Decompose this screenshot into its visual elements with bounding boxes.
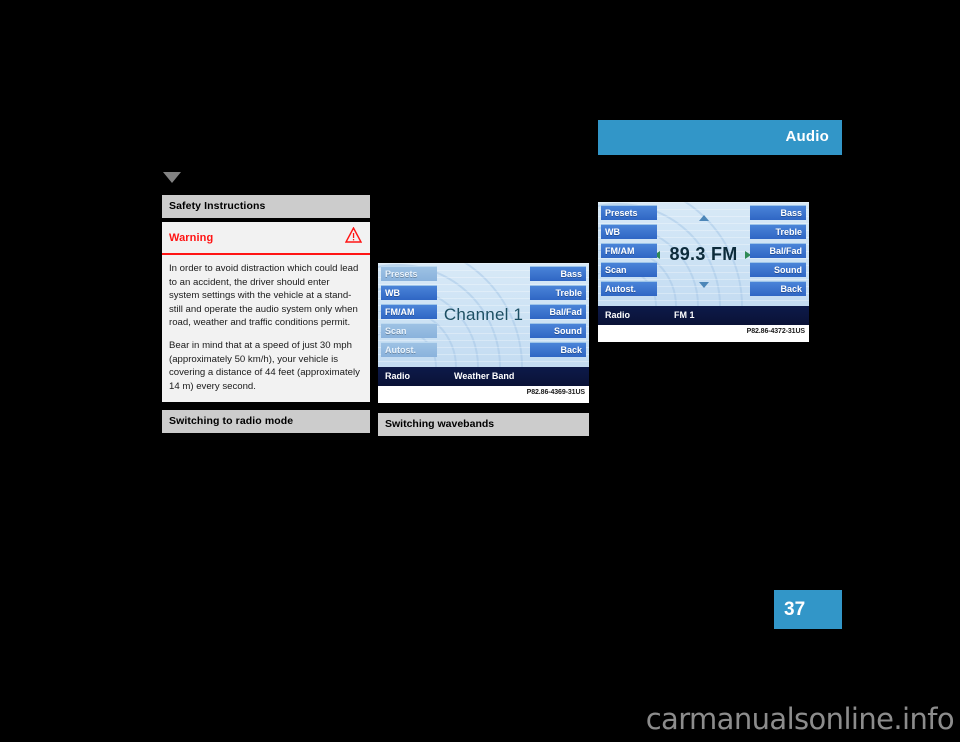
station-label: Channel 1	[443, 305, 524, 324]
frequency-display: 89.3 FM	[669, 243, 738, 264]
status-mode: Radio	[385, 371, 411, 381]
softkey-sound[interactable]: Sound	[530, 323, 586, 338]
right-softkey-column-fm: Bass Treble Bal/Fad Sound Back	[750, 205, 806, 300]
warning-body: In order to avoid distraction which coul…	[162, 255, 370, 402]
softkey-treble-fm[interactable]: Treble	[750, 224, 806, 239]
softkey-treble[interactable]: Treble	[530, 285, 586, 300]
warning-paragraph-2: Bear in mind that at a speed of just 30 …	[169, 339, 360, 392]
softkey-autostore[interactable]: Autost.	[381, 342, 437, 357]
softkey-back-fm[interactable]: Back	[750, 281, 806, 296]
radio-display-screen: Presets WB FM/AM Scan Autost. Channel 1 …	[378, 263, 589, 367]
status-mode-fm: Radio	[605, 310, 631, 320]
page-number-value: 37	[784, 599, 806, 620]
left-softkey-column-fm: Presets WB FM/AM Scan Autost.	[601, 205, 657, 300]
softkey-wb-fm[interactable]: WB	[601, 224, 657, 239]
status-band: Weather Band	[454, 371, 515, 381]
chapter-title: Audio	[785, 128, 829, 145]
softkey-scan-fm[interactable]: Scan	[601, 262, 657, 277]
warning-box: Warning In order to avoid distraction wh…	[162, 222, 370, 403]
softkey-sound-fm[interactable]: Sound	[750, 262, 806, 277]
radio-display-screen-fm: Presets WB FM/AM Scan Autost. - + 89.3 F…	[598, 202, 809, 306]
softkey-presets-fm[interactable]: Presets	[601, 205, 657, 220]
right-column: Presets WB FM/AM Scan Autost. - + 89.3 F…	[598, 202, 809, 342]
softkey-bass-fm[interactable]: Bass	[750, 205, 806, 220]
softkey-bass[interactable]: Bass	[530, 266, 586, 281]
figure-reference-strip: P82.86-4369-31US	[378, 386, 589, 403]
softkey-autostore-fm[interactable]: Autost.	[601, 281, 657, 296]
figure-weather-band: Presets WB FM/AM Scan Autost. Channel 1 …	[378, 263, 589, 436]
chapter-header-bar: Audio	[598, 120, 842, 155]
warning-title: Warning	[169, 232, 214, 244]
site-watermark: carmanualsonline.info	[645, 702, 955, 736]
left-softkey-column: Presets WB FM/AM Scan Autost.	[381, 266, 437, 361]
softkey-fm-am[interactable]: FM/AM	[381, 304, 437, 319]
softkey-fm-am-fm[interactable]: FM/AM	[601, 243, 657, 258]
warning-paragraph-1: In order to avoid distraction which coul…	[169, 263, 359, 329]
softkey-wb[interactable]: WB	[381, 285, 437, 300]
right-softkey-column: Bass Treble Bal/Fad Sound Back	[530, 266, 586, 361]
figure-reference-number: P82.86-4369-31US	[526, 389, 585, 396]
left-column: Safety Instructions Warning In order to …	[162, 172, 370, 434]
manual-page: Audio Safety Instructions Warning In ord…	[0, 0, 960, 742]
figure-fm-tuning: Presets WB FM/AM Scan Autost. - + 89.3 F…	[598, 202, 809, 342]
switching-to-radio-mode-heading: Switching to radio mode	[162, 410, 370, 434]
radio-status-bar-fm: Radio FM 1	[598, 306, 809, 325]
warning-triangle-icon	[344, 226, 363, 243]
figure-reference-number-fm: P82.86-4372-31US	[746, 328, 805, 335]
softkey-presets[interactable]: Presets	[381, 266, 437, 281]
softkey-scan[interactable]: Scan	[381, 323, 437, 338]
screen-center-area-fm: 89.3 FM	[660, 202, 747, 306]
softkey-back[interactable]: Back	[530, 342, 586, 357]
radio-status-bar: Radio Weather Band	[378, 367, 589, 386]
switching-wavebands-heading: Switching wavebands	[378, 413, 589, 436]
softkey-bal-fad-fm[interactable]: Bal/Fad	[750, 243, 806, 258]
warning-header: Warning	[162, 222, 370, 250]
status-band-fm: FM 1	[674, 310, 695, 320]
page-number-badge: 37	[774, 590, 842, 629]
screen-center-area: Channel 1	[440, 263, 527, 367]
safety-instructions-heading: Safety Instructions	[162, 195, 370, 218]
middle-column: Presets WB FM/AM Scan Autost. Channel 1 …	[378, 263, 589, 436]
triangle-down-icon	[163, 172, 181, 183]
softkey-bal-fad[interactable]: Bal/Fad	[530, 304, 586, 319]
figure-reference-strip-fm: P82.86-4372-31US	[598, 325, 809, 342]
